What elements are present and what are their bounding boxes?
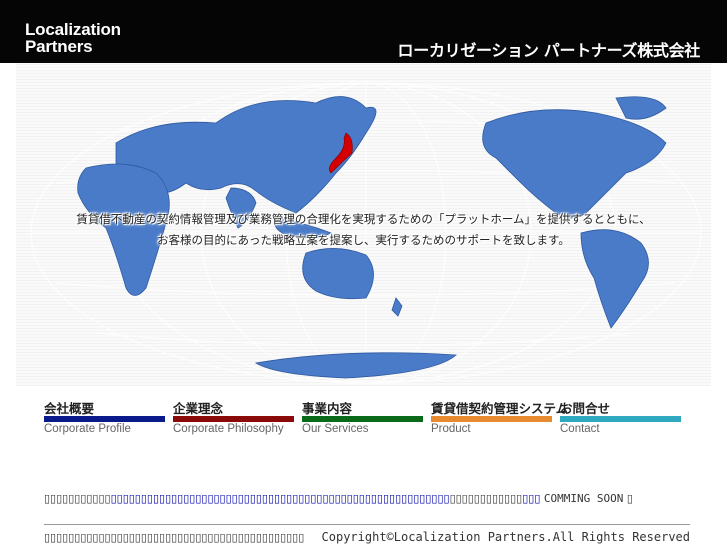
hero-tagline-line-2: お客様の目的にあった戦略立案を提案し、実行するためのサポートを致します。 (157, 233, 570, 247)
nav-label-en: Corporate Profile (44, 423, 131, 435)
nav-label-en: Corporate Philosophy (173, 423, 284, 435)
notice-link-2[interactable]: ▯▯▯ (522, 492, 540, 505)
nav-label-jp: 企業理念 (173, 401, 224, 416)
nav-corporate-philosophy[interactable]: 企業理念 Corporate Philosophy (173, 398, 294, 438)
notice-prefix: ▯▯▯▯▯▯▯▯▯▯▯ (44, 492, 111, 505)
nav-color-bar (302, 416, 423, 422)
site-header: Localization Partners ローカリゼーション パートナーズ株式… (0, 0, 727, 63)
footer-text: ▯▯▯▯▯▯▯▯▯▯▯▯▯▯▯▯▯▯▯▯▯▯▯▯▯▯▯▯▯▯▯▯▯▯▯▯▯▯▯▯… (44, 531, 305, 544)
nav-label-en: Product (431, 423, 471, 435)
nav-product[interactable]: 賃貸借契約管理システム Product (431, 398, 568, 438)
notice-link[interactable]: ▯▯▯▯▯▯▯▯▯▯▯▯▯▯▯▯▯▯▯▯▯▯▯▯▯▯▯▯▯▯▯▯▯▯▯▯▯▯▯▯… (111, 492, 450, 505)
footer-divider (44, 524, 690, 525)
hero-world-map: 賃貸借不動産の契約情報管理及び業務管理の合理化を実現するための「プラットホーム」… (16, 63, 711, 386)
nav-color-bar (431, 416, 552, 422)
nav-corporate-profile[interactable]: 会社概要 Corporate Profile (44, 398, 165, 438)
nav-color-bar (173, 416, 294, 422)
hero-tagline-line-1: 賃貸借不動産の契約情報管理及び業務管理の合理化を実現するための「プラットホーム」… (76, 212, 651, 226)
nav-label-jp: 事業内容 (302, 401, 353, 416)
nav-label-jp: 会社概要 (44, 401, 95, 416)
nav-label-jp: 賃貸借契約管理システム (431, 401, 569, 416)
notice-middle: ▯▯▯▯▯▯▯▯▯▯▯▯ (449, 492, 523, 505)
nav-contact[interactable]: お問合せ Contact (560, 398, 681, 438)
nav-our-services[interactable]: 事業内容 Our Services (302, 398, 423, 438)
logo-line-1: Localization (25, 20, 121, 39)
nav-color-bar (44, 416, 165, 422)
coming-soon-label: COMMING SOON (543, 492, 624, 505)
logo-line-2: Partners (25, 37, 93, 56)
nav-label-jp: お問合せ (560, 401, 611, 416)
nav-label-en: Our Services (302, 423, 369, 435)
copyright: Copyright©Localization Partners.All Righ… (321, 530, 690, 544)
company-name: ローカリゼーション パートナーズ株式会社 (397, 41, 701, 60)
nav-color-bar (560, 416, 681, 422)
notice-line: ▯▯▯▯▯▯▯▯▯▯▯▯▯▯▯▯▯▯▯▯▯▯▯▯▯▯▯▯▯▯▯▯▯▯▯▯▯▯▯▯… (44, 492, 633, 505)
nav-label-en: Contact (560, 423, 600, 435)
notice-suffix: ▯ (626, 492, 633, 505)
main-navigation: 会社概要 Corporate Profile 企業理念 Corporate Ph… (44, 398, 684, 438)
site-logo[interactable]: Localization Partners (25, 21, 121, 55)
